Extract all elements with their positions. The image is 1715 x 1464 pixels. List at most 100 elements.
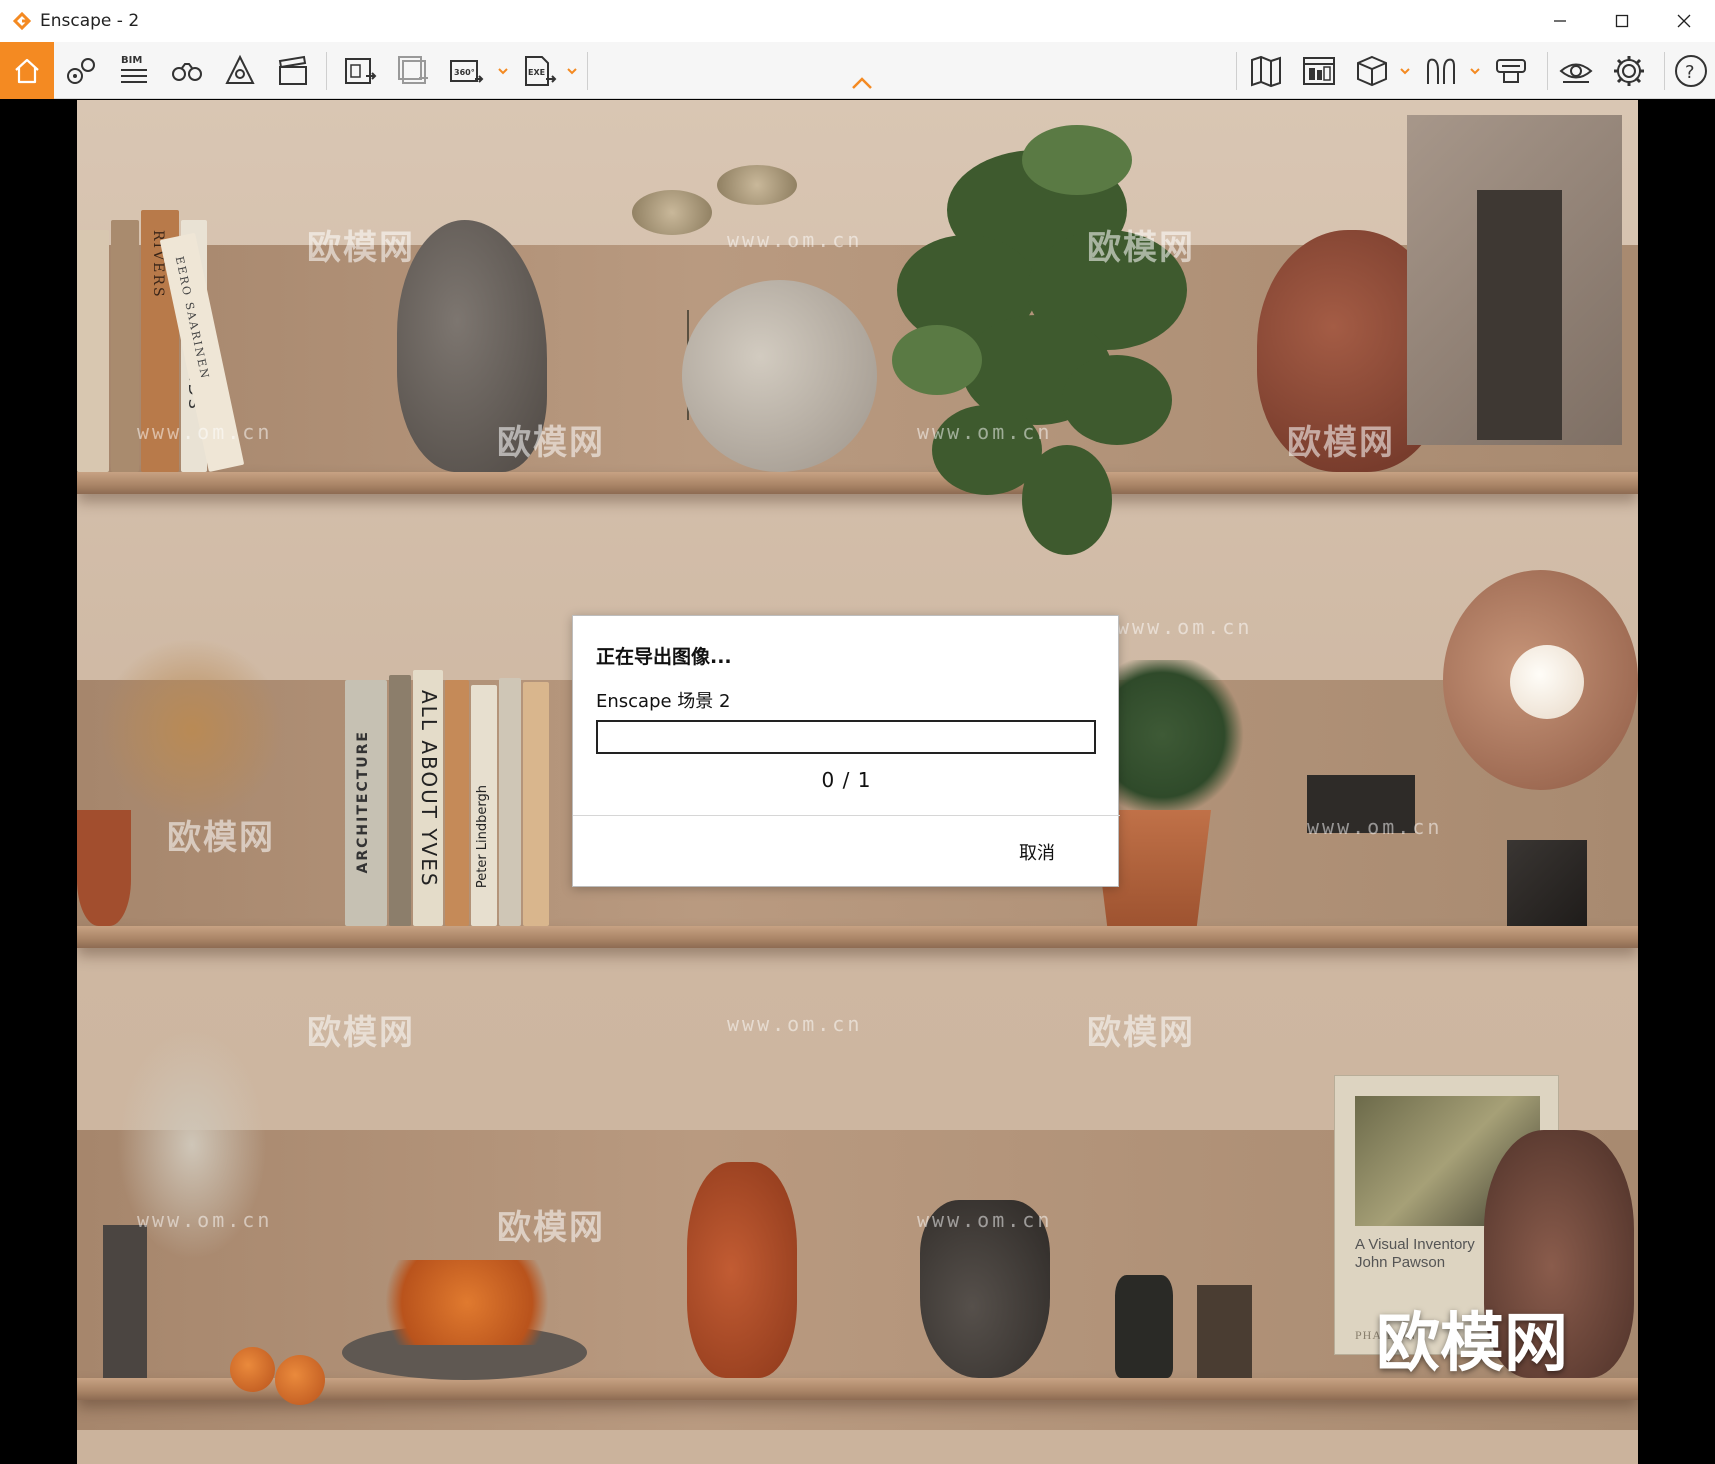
minimize-icon [1554, 20, 1566, 22]
batch-render-icon [398, 56, 428, 84]
dark-vase [103, 1225, 147, 1378]
collapse-toolbar-icon[interactable] [848, 74, 876, 92]
lamp-bulb [1510, 645, 1584, 719]
help-label: ? [1685, 62, 1695, 83]
panorama-360-icon: 360° [450, 60, 484, 83]
book: ALL ABOUT YVES [413, 670, 443, 926]
gear-icon [1614, 56, 1644, 86]
screenshot-button[interactable] [337, 48, 383, 94]
toolbar-separator [1664, 52, 1665, 90]
reed-diffuser [1197, 1285, 1252, 1378]
book [499, 678, 521, 926]
book-spine-title: Peter Lindbergh [475, 785, 490, 889]
export-image-icon [345, 58, 377, 84]
book [389, 675, 411, 926]
standalone-export-icon: EXE [525, 56, 557, 86]
dried-flower [632, 190, 712, 235]
home-button[interactable] [0, 42, 54, 99]
cube-icon [1357, 55, 1387, 87]
glass-bottle [1115, 1275, 1173, 1378]
video-editor-button[interactable] [270, 48, 316, 94]
asset-library-button[interactable] [1296, 48, 1342, 94]
iron-sculpture [1477, 190, 1562, 440]
exe-export-button[interactable]: EXE [516, 48, 562, 94]
map-icon [1251, 55, 1281, 88]
binoculars-icon [172, 63, 202, 81]
dried-flower [717, 165, 797, 205]
help-icon: ? [1675, 55, 1707, 87]
brand-watermark: 欧模网 [1376, 1307, 1568, 1381]
views-icon [67, 58, 95, 84]
watermark: 欧模网 [1087, 1013, 1195, 1053]
poster-title-line2: John Pawson [1355, 1254, 1446, 1271]
book [523, 682, 549, 926]
minimize-button[interactable] [1529, 0, 1591, 42]
marble-lamp-base [1507, 840, 1587, 926]
book [445, 680, 469, 926]
panorama-button[interactable]: 360° [443, 48, 489, 94]
book: Peter Lindbergh [471, 685, 497, 926]
progress-counter: 0 / 1 [821, 768, 872, 792]
book-spine-title: ARCHITECTURE [355, 730, 371, 874]
book [111, 220, 139, 472]
vr-dropdown-icon[interactable] [1468, 64, 1482, 78]
title-bar: Enscape - 2 [0, 0, 1715, 42]
persimmon [275, 1355, 325, 1405]
main-toolbar: BIM 360° EXE ? [0, 42, 1715, 99]
batch-render-button[interactable] [390, 48, 436, 94]
watermark-url: www.om.cn [727, 1012, 863, 1036]
settings-button[interactable] [1606, 48, 1652, 94]
bim-button[interactable]: BIM [111, 48, 157, 94]
asset-library-icon [1303, 57, 1335, 85]
vr-button[interactable] [1418, 48, 1464, 94]
exe-label: EXE [528, 68, 545, 77]
export-progress-dialog: 正在导出图像... Enscape 场景 2 0 / 1 取消 [572, 615, 1120, 887]
grey-pitcher [920, 1200, 1050, 1378]
collaboration-icon [1496, 59, 1526, 83]
dialog-title: 正在导出图像... [596, 646, 732, 668]
bim-icon: BIM [121, 55, 147, 83]
eye-icon [1559, 63, 1593, 83]
panorama-dropdown-icon[interactable] [496, 64, 510, 78]
book: ARCHITECTURE [345, 680, 387, 926]
home-icon [15, 58, 39, 83]
views-button[interactable] [58, 48, 104, 94]
close-icon [1677, 14, 1691, 28]
book [77, 230, 109, 472]
light-view-button[interactable] [217, 48, 263, 94]
object-dropdown-icon[interactable] [1398, 64, 1412, 78]
visual-settings-button[interactable] [1553, 48, 1599, 94]
toolbar-separator [587, 52, 588, 90]
persimmon [230, 1347, 275, 1392]
maximize-icon [1615, 14, 1629, 28]
persimmon-pile [367, 1260, 567, 1345]
enscape-logo-icon [12, 11, 32, 31]
orange-clay-vase [687, 1162, 797, 1378]
exe-dropdown-icon[interactable] [565, 64, 579, 78]
light-view-icon [225, 54, 255, 84]
terracotta-pot [77, 810, 131, 926]
vr-headset-icon [1427, 58, 1455, 84]
window-title: Enscape - 2 [40, 11, 140, 31]
dialog-divider [573, 815, 1120, 816]
poster-title-line1: A Visual Inventory [1355, 1236, 1475, 1253]
toolbar-separator [326, 52, 327, 90]
export-progress-bar [596, 720, 1096, 754]
bim-label: BIM [121, 55, 142, 66]
watermark-url: www.om.cn [1117, 615, 1253, 639]
monstera-plant [877, 100, 1207, 580]
collaboration-button[interactable] [1488, 48, 1534, 94]
watermark: 欧模网 [307, 1013, 415, 1053]
book-spine-title: ALL ABOUT YVES [417, 690, 441, 888]
scene-name-label: Enscape 场景 2 [596, 691, 731, 712]
shelf-top [77, 472, 1638, 494]
help-button[interactable]: ? [1668, 48, 1714, 94]
maximize-button[interactable] [1591, 0, 1653, 42]
toolbar-separator [1236, 52, 1237, 90]
object-button[interactable] [1349, 48, 1395, 94]
site-context-button[interactable] [1243, 48, 1289, 94]
dried-branches [97, 640, 287, 820]
walk-mode-button[interactable] [164, 48, 210, 94]
close-button[interactable] [1653, 0, 1715, 42]
cancel-button[interactable]: 取消 [1019, 839, 1055, 865]
